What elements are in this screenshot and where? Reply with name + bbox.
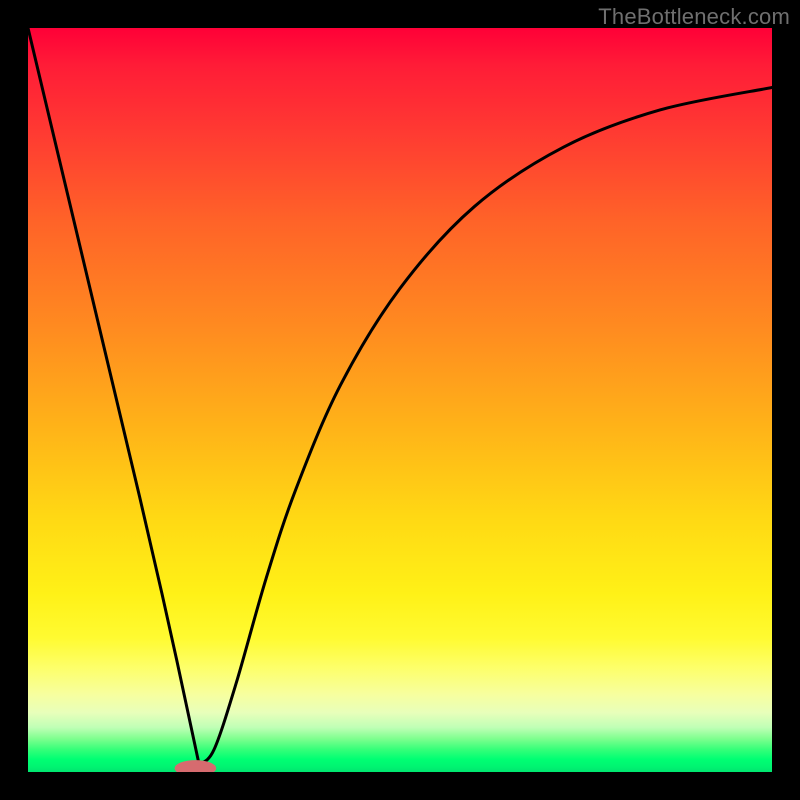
bottleneck-chart: TheBottleneck.com <box>0 0 800 800</box>
curve-layer <box>28 28 772 772</box>
plot-area <box>28 28 772 772</box>
bottleneck-curve-line <box>28 28 772 765</box>
attribution-label: TheBottleneck.com <box>598 4 790 30</box>
optimal-point-marker <box>175 760 217 772</box>
